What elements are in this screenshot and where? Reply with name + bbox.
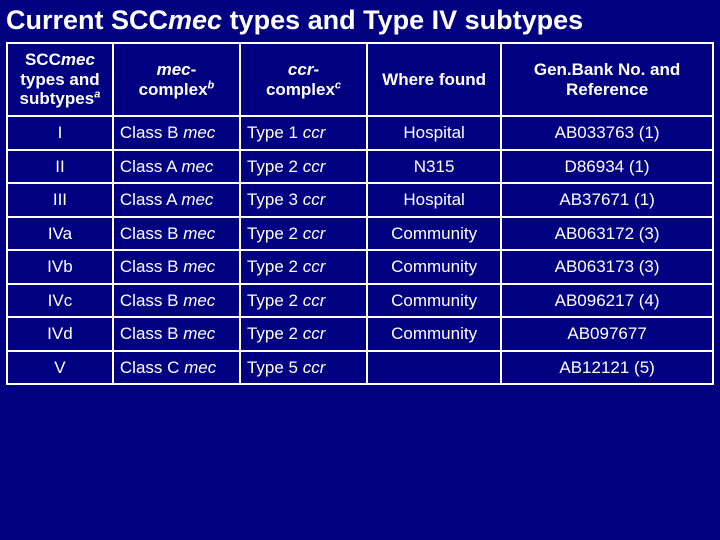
cell-ccr-complex: Type 2 ccr bbox=[240, 284, 367, 318]
cell-mec-complex: Class B mec bbox=[113, 284, 240, 318]
cell-ref: D86934 (1) bbox=[501, 150, 713, 184]
cell-where: N315 bbox=[367, 150, 501, 184]
table-row: VClass C mecType 5 ccr AB12121 (5) bbox=[7, 351, 713, 385]
cell-mec-complex: Class B mec bbox=[113, 250, 240, 284]
title-mec: mec bbox=[168, 5, 222, 35]
cell-type: I bbox=[7, 116, 113, 150]
cell-where: Community bbox=[367, 317, 501, 351]
cell-mec-complex: Class B mec bbox=[113, 217, 240, 251]
cell-mec-complex: Class B mec bbox=[113, 116, 240, 150]
cell-type: IVc bbox=[7, 284, 113, 318]
title-pre: Current SCC bbox=[6, 5, 168, 35]
cell-ref: AB063173 (3) bbox=[501, 250, 713, 284]
cell-where bbox=[367, 351, 501, 385]
cell-mec-complex: Class B mec bbox=[113, 317, 240, 351]
cell-ccr-complex: Type 1 ccr bbox=[240, 116, 367, 150]
cell-ccr-complex: Type 2 ccr bbox=[240, 250, 367, 284]
table-row: IVcClass B mecType 2 ccrCommunityAB09621… bbox=[7, 284, 713, 318]
cell-ref: AB063172 (3) bbox=[501, 217, 713, 251]
cell-mec-complex: Class C mec bbox=[113, 351, 240, 385]
cell-type: IVd bbox=[7, 317, 113, 351]
types-table: SCCmec types and subtypesa mec- complexb… bbox=[6, 42, 714, 385]
cell-type: IVb bbox=[7, 250, 113, 284]
cell-ccr-complex: Type 2 ccr bbox=[240, 317, 367, 351]
cell-type: V bbox=[7, 351, 113, 385]
table-row: IClass B mecType 1 ccrHospitalAB033763 (… bbox=[7, 116, 713, 150]
table-row: IVaClass B mecType 2 ccrCommunityAB06317… bbox=[7, 217, 713, 251]
header-ccr-complex: ccr- complexc bbox=[240, 43, 367, 116]
cell-ref: AB097677 bbox=[501, 317, 713, 351]
cell-ccr-complex: Type 3 ccr bbox=[240, 183, 367, 217]
cell-ccr-complex: Type 2 ccr bbox=[240, 217, 367, 251]
cell-where: Hospital bbox=[367, 183, 501, 217]
table-row: IVbClass B mecType 2 ccrCommunityAB06317… bbox=[7, 250, 713, 284]
cell-where: Hospital bbox=[367, 116, 501, 150]
table-row: IVdClass B mecType 2 ccrCommunityAB09767… bbox=[7, 317, 713, 351]
header-mec-complex: mec- complexb bbox=[113, 43, 240, 116]
cell-ref: AB096217 (4) bbox=[501, 284, 713, 318]
cell-type: IVa bbox=[7, 217, 113, 251]
cell-ref: AB12121 (5) bbox=[501, 351, 713, 385]
header-where: Where found bbox=[367, 43, 501, 116]
header-types: SCCmec types and subtypesa bbox=[7, 43, 113, 116]
cell-where: Community bbox=[367, 217, 501, 251]
page-title: Current SCCmec types and Type IV subtype… bbox=[6, 4, 714, 36]
cell-type: III bbox=[7, 183, 113, 217]
cell-where: Community bbox=[367, 250, 501, 284]
header-row: SCCmec types and subtypesa mec- complexb… bbox=[7, 43, 713, 116]
cell-mec-complex: Class A mec bbox=[113, 183, 240, 217]
cell-ccr-complex: Type 2 ccr bbox=[240, 150, 367, 184]
cell-mec-complex: Class A mec bbox=[113, 150, 240, 184]
header-ref: Gen.Bank No. and Reference bbox=[501, 43, 713, 116]
table-row: IIIClass A mecType 3 ccrHospitalAB37671 … bbox=[7, 183, 713, 217]
cell-ref: AB033763 (1) bbox=[501, 116, 713, 150]
table-row: IIClass A mecType 2 ccrN315D86934 (1) bbox=[7, 150, 713, 184]
cell-type: II bbox=[7, 150, 113, 184]
cell-ccr-complex: Type 5 ccr bbox=[240, 351, 367, 385]
cell-where: Community bbox=[367, 284, 501, 318]
title-post: types and Type IV subtypes bbox=[222, 5, 583, 35]
cell-ref: AB37671 (1) bbox=[501, 183, 713, 217]
